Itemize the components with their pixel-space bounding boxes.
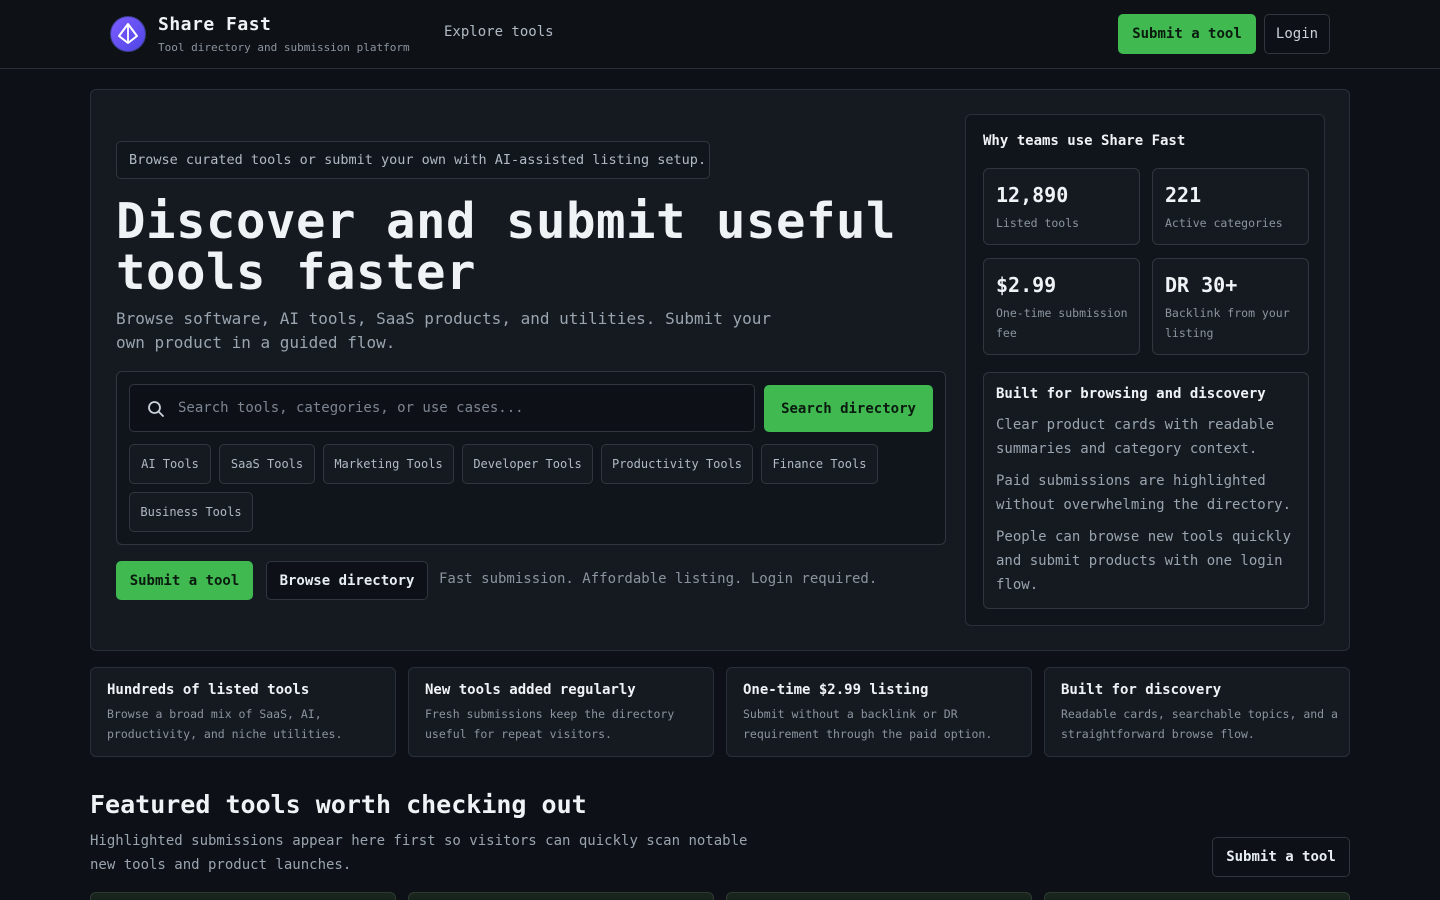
- top-nav: Share Fast Tool directory and submission…: [0, 0, 1440, 69]
- feature-description: Submit without a backlink or DR requirem…: [743, 707, 993, 741]
- search-box[interactable]: [129, 384, 755, 432]
- stat-value: 12,890: [996, 183, 1069, 207]
- stat-card-listed-tools: 12,890 Listed tools: [983, 168, 1140, 245]
- built-paragraph: People can browse new tools quickly and …: [996, 529, 1292, 593]
- category-chip-business-tools[interactable]: Business Tools: [129, 492, 253, 532]
- stat-label: Backlink from your listing: [1165, 306, 1290, 340]
- why-title: Why teams use Share Fast: [983, 133, 1186, 149]
- search-directory-button[interactable]: Search directory: [764, 385, 933, 432]
- hero-note: Fast submission. Affordable listing. Log…: [439, 571, 878, 587]
- search-icon: [146, 399, 166, 419]
- brand-name[interactable]: Share Fast: [158, 14, 271, 35]
- stat-value: DR 30+: [1165, 273, 1238, 297]
- diamond-logo-icon[interactable]: [110, 16, 146, 52]
- stat-card-submission-fee: $2.99 One-time submission fee: [983, 258, 1140, 355]
- feature-title: One-time $2.99 listing: [743, 682, 929, 698]
- feature-description: Browse a broad mix of SaaS, AI, producti…: [107, 707, 343, 741]
- stat-value: $2.99: [996, 273, 1057, 297]
- featured-heading: Featured tools worth checking out: [90, 790, 587, 819]
- nav-submit-tool-button[interactable]: Submit a tool: [1118, 14, 1256, 54]
- feature-title: New tools added regularly: [425, 682, 636, 698]
- browse-directory-button[interactable]: Browse directory: [266, 561, 428, 600]
- featured-subtitle: Highlighted submissions appear here firs…: [90, 833, 748, 873]
- stat-label: One-time submission fee: [996, 306, 1128, 340]
- search-input[interactable]: [178, 385, 748, 431]
- brand-subtitle: Tool directory and submission platform: [158, 41, 410, 54]
- feature-title: Built for discovery: [1061, 682, 1222, 698]
- stat-value: 221: [1165, 183, 1202, 207]
- hero-description: Browse software, AI tools, SaaS products…: [116, 309, 772, 352]
- feature-title: Hundreds of listed tools: [107, 682, 310, 698]
- feature-description: Readable cards, searchable topics, and a…: [1061, 707, 1338, 741]
- category-chip-ai-tools[interactable]: AI Tools: [129, 444, 211, 484]
- hero-panel: Browse curated tools or submit your own …: [90, 89, 1350, 651]
- featured-tool-card[interactable]: [726, 892, 1032, 900]
- stat-label: Active categories: [1165, 216, 1283, 230]
- featured-submit-tool-button[interactable]: Submit a tool: [1212, 837, 1350, 877]
- category-chip-finance-tools[interactable]: Finance Tools: [761, 444, 878, 484]
- search-card: Search directory AI Tools SaaS Tools Mar…: [116, 371, 946, 545]
- explore-tools-link[interactable]: Explore tools: [444, 24, 554, 40]
- built-paragraph: Paid submissions are highlighted without…: [996, 473, 1292, 513]
- built-paragraph: Clear product cards with readable summar…: [996, 417, 1275, 457]
- hero-submit-tool-button[interactable]: Submit a tool: [116, 561, 253, 600]
- built-title: Built for browsing and discovery: [996, 386, 1266, 402]
- login-button[interactable]: Login: [1264, 14, 1330, 54]
- why-panel: Why teams use Share Fast 12,890 Listed t…: [965, 114, 1325, 626]
- stat-card-active-categories: 221 Active categories: [1152, 168, 1309, 245]
- featured-tool-card[interactable]: [408, 892, 714, 900]
- category-chip-marketing-tools[interactable]: Marketing Tools: [323, 444, 454, 484]
- stat-label: Listed tools: [996, 216, 1080, 230]
- feature-card-new-tools: New tools added regularly Fresh submissi…: [408, 667, 714, 757]
- built-for-discovery-card: Built for browsing and discovery Clear p…: [983, 372, 1309, 609]
- feature-description: Fresh submissions keep the directory use…: [425, 707, 675, 741]
- stat-card-backlink: DR 30+ Backlink from your listing: [1152, 258, 1309, 355]
- feature-card-listing-price: One-time $2.99 listing Submit without a …: [726, 667, 1032, 757]
- featured-tool-card[interactable]: [90, 892, 396, 900]
- intro-pill: Browse curated tools or submit your own …: [116, 141, 710, 179]
- category-chip-productivity-tools[interactable]: Productivity Tools: [601, 444, 753, 484]
- hero-title: Discover and submit useful tools faster: [116, 193, 897, 301]
- featured-tool-card[interactable]: [1044, 892, 1350, 900]
- category-chip-developer-tools[interactable]: Developer Tools: [462, 444, 593, 484]
- feature-card-listed-tools: Hundreds of listed tools Browse a broad …: [90, 667, 396, 757]
- category-chip-saas-tools[interactable]: SaaS Tools: [219, 444, 315, 484]
- feature-card-discovery: Built for discovery Readable cards, sear…: [1044, 667, 1350, 757]
